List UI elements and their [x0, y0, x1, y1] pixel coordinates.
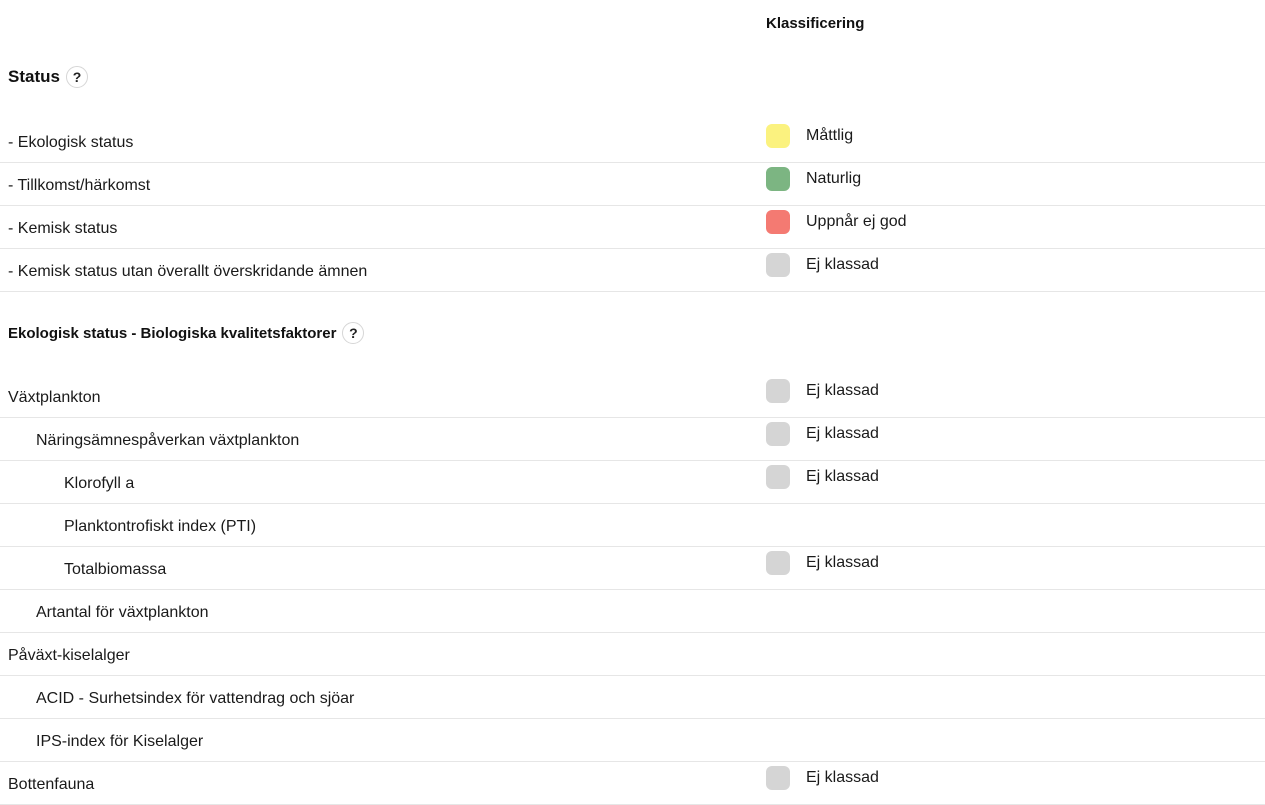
bio-row-vaxtplankton: Växtplankton Ej klassad: [0, 375, 1265, 418]
classification-label: Naturlig: [806, 170, 862, 187]
status-section-title: Status ?: [8, 66, 88, 88]
row-label: Totalbiomassa: [64, 561, 167, 578]
bio-help-icon[interactable]: ?: [342, 322, 365, 344]
bio-row-totalbiomassa: Totalbiomassa Ej klassad: [0, 547, 1265, 590]
status-color-swatch: [766, 766, 790, 790]
bio-row-bottenfauna: Bottenfauna Ej klassad: [0, 762, 1265, 805]
classification-label: Ej klassad: [806, 554, 879, 571]
classification-label: Ej klassad: [806, 468, 879, 485]
bio-section-title: Ekologisk status - Biologiska kvalitetsf…: [8, 322, 365, 344]
classification-label: Ej klassad: [806, 256, 879, 273]
classification-cell: Måttlig: [766, 124, 853, 148]
status-color-swatch: [766, 551, 790, 575]
status-color-swatch: [766, 210, 790, 234]
row-label: Påväxt-kiselalger: [8, 647, 130, 664]
row-label: - Kemisk status: [8, 220, 118, 237]
bio-row-pavaxt: Påväxt-kiselalger: [0, 633, 1265, 676]
bio-row-pti: Planktontrofiskt index (PTI): [0, 504, 1265, 547]
row-label: Bottenfauna: [8, 776, 95, 793]
status-row-kemisk: - Kemisk status Uppnår ej god: [0, 206, 1265, 249]
status-color-swatch: [766, 253, 790, 277]
classification-cell: Ej klassad: [766, 551, 879, 575]
row-label: Klorofyll a: [64, 475, 135, 492]
classification-label: Ej klassad: [806, 382, 879, 399]
row-label: - Ekologisk status: [8, 134, 134, 151]
status-rows: - Ekologisk status Måttlig - Tillkomst/h…: [0, 120, 1265, 292]
row-label: IPS-index för Kiselalger: [36, 733, 204, 750]
row-label: Näringsämnespåverkan växtplankton: [36, 432, 300, 449]
classification-cell: Naturlig: [766, 167, 861, 191]
bio-row-acid: ACID - Surhetsindex för vattendrag och s…: [0, 676, 1265, 719]
bio-row-artantal: Artantal för växtplankton: [0, 590, 1265, 633]
status-row-tillkomst: - Tillkomst/härkomst Naturlig: [0, 163, 1265, 206]
classification-cell: Uppnår ej god: [766, 210, 907, 234]
status-color-swatch: [766, 422, 790, 446]
row-label: Planktontrofiskt index (PTI): [64, 518, 257, 535]
row-label: - Kemisk status utan överallt överskrida…: [8, 263, 368, 280]
status-title: Status: [8, 67, 60, 86]
classification-column-header: Klassificering: [766, 15, 865, 32]
row-label: ACID - Surhetsindex för vattendrag och s…: [36, 690, 355, 707]
classification-cell: Ej klassad: [766, 465, 879, 489]
status-color-swatch: [766, 465, 790, 489]
status-row-ekologisk: - Ekologisk status Måttlig: [0, 120, 1265, 163]
bio-row-ips: IPS-index för Kiselalger: [0, 719, 1265, 762]
classification-cell: Ej klassad: [766, 379, 879, 403]
classification-cell: Ej klassad: [766, 422, 879, 446]
row-label: - Tillkomst/härkomst: [8, 177, 151, 194]
status-row-kemisk-utan: - Kemisk status utan överallt överskrida…: [0, 249, 1265, 292]
classification-cell: Ej klassad: [766, 253, 879, 277]
bio-row-naringsamnespaverkan: Näringsämnespåverkan växtplankton Ej kla…: [0, 418, 1265, 461]
classification-label: Ej klassad: [806, 425, 879, 442]
bio-row-klorofyll: Klorofyll a Ej klassad: [0, 461, 1265, 504]
classification-cell: Ej klassad: [766, 766, 879, 790]
bio-title: Ekologisk status - Biologiska kvalitetsf…: [8, 324, 337, 342]
bio-rows: Växtplankton Ej klassad Näringsämnespåve…: [0, 375, 1265, 805]
classification-label: Ej klassad: [806, 769, 879, 786]
status-color-swatch: [766, 379, 790, 403]
status-help-icon[interactable]: ?: [65, 66, 88, 88]
status-color-swatch: [766, 167, 790, 191]
row-label: Växtplankton: [8, 389, 101, 406]
classification-label: Uppnår ej god: [806, 213, 907, 230]
row-label: Artantal för växtplankton: [36, 604, 209, 621]
classification-label: Måttlig: [806, 127, 854, 144]
status-color-swatch: [766, 124, 790, 148]
